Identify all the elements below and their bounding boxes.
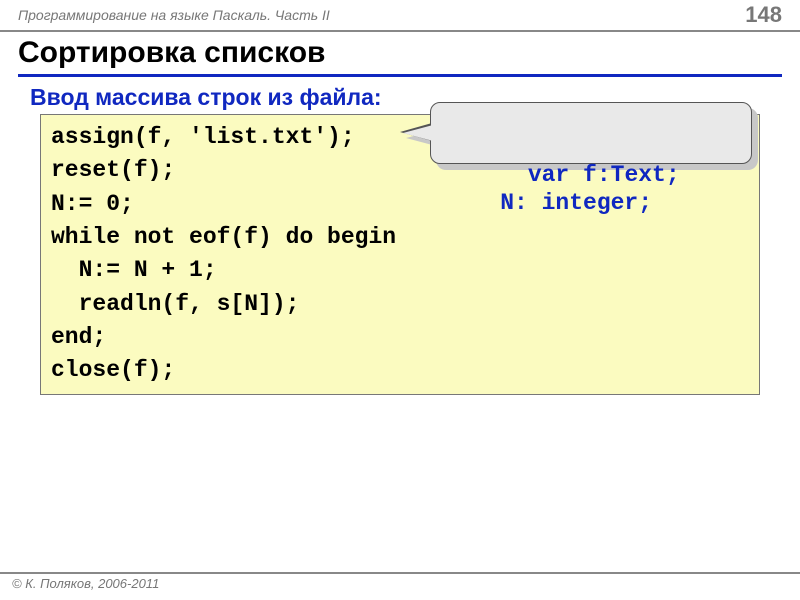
- copyright: © К. Поляков, 2006-2011: [12, 576, 159, 591]
- page-number: 148: [745, 2, 782, 28]
- course-title: Программирование на языке Паскаль. Часть…: [18, 7, 330, 23]
- callout-tail: [403, 125, 433, 141]
- callout-box: var f:Text; N: integer;: [430, 102, 752, 164]
- callout-text: var f:Text; N: integer;: [445, 162, 680, 216]
- title-wrap: Сортировка списков: [18, 36, 782, 77]
- callout-wrap: var f:Text; N: integer;: [430, 102, 752, 164]
- header-bar: Программирование на языке Паскаль. Часть…: [0, 0, 800, 32]
- subtitle: Ввод массива строк из файла:: [30, 84, 382, 111]
- slide-title: Сортировка списков: [18, 36, 782, 70]
- slide: Программирование на языке Паскаль. Часть…: [0, 0, 800, 600]
- footer-bar: © К. Поляков, 2006-2011: [0, 572, 800, 600]
